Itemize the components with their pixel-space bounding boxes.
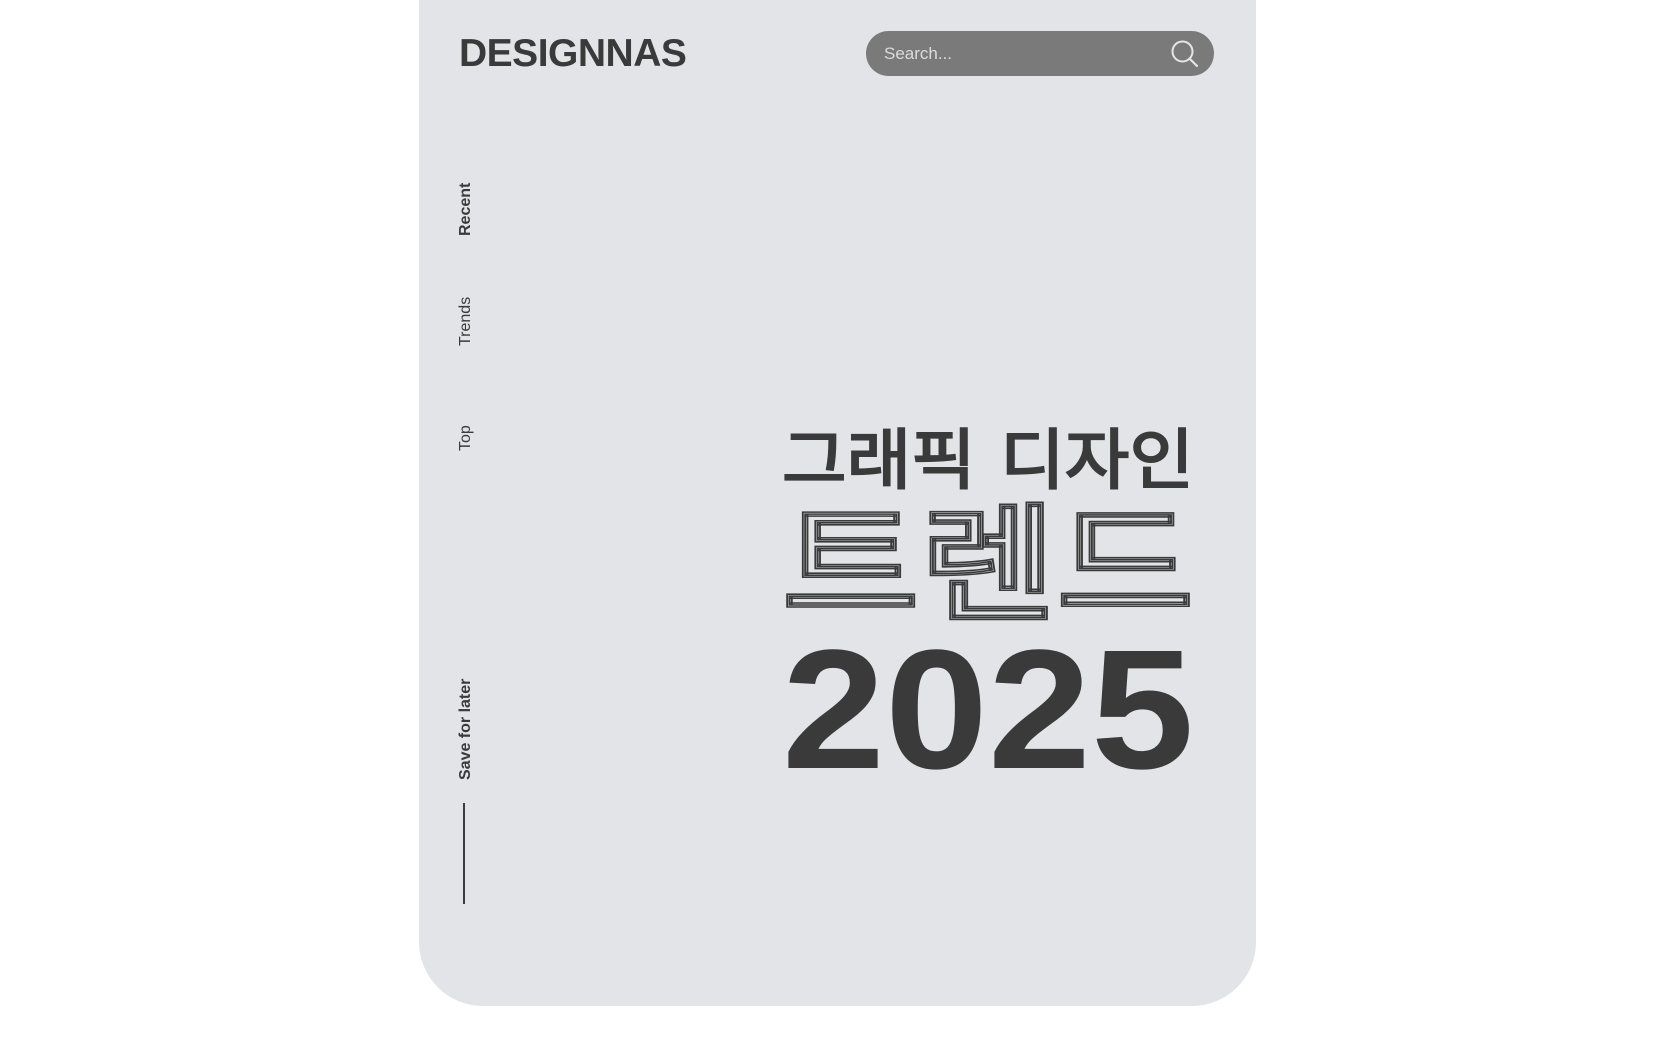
- save-for-later-button[interactable]: Save for later: [451, 672, 481, 786]
- side-nav: Recent Trends Top Save for later: [451, 0, 481, 1006]
- nav-item-top[interactable]: Top: [451, 420, 481, 456]
- brand-logo[interactable]: DESIGNNAS: [459, 30, 687, 78]
- hero-card: DESIGNNAS Recent Trends Top Save for lat…: [419, 0, 1256, 1006]
- hero-line-graphic-design: 그래픽 디자인: [782, 422, 1194, 499]
- search-icon[interactable]: [1168, 37, 1202, 71]
- nav-item-recent[interactable]: Recent: [451, 178, 481, 240]
- hero-title: 그래픽 디자인 트렌드 2025: [764, 400, 1194, 780]
- search-bar: [866, 31, 1214, 76]
- divider-line: [463, 803, 465, 904]
- hero-line-year: 2025: [782, 615, 1194, 780]
- nav-item-trends[interactable]: Trends: [451, 292, 481, 350]
- search-input[interactable]: [884, 43, 1168, 64]
